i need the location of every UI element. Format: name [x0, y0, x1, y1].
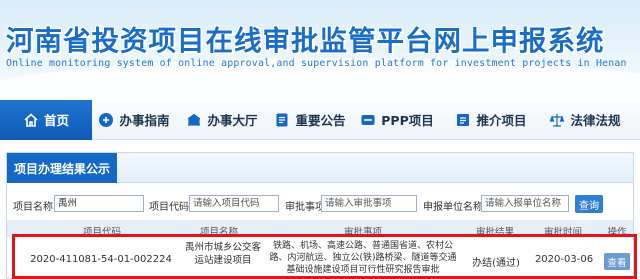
nav-item-label: 重要公告 — [295, 113, 346, 128]
main-nav: 首页 办事指南 办事大厅 重要公告 PPP项目 推介项目 法律法规 — [0, 99, 640, 140]
nav-item-law[interactable]: 法律法规 — [540, 100, 630, 140]
project-name-label: 项目名称: — [13, 202, 57, 213]
panel-header: 项目办理结果公示 — [7, 153, 633, 183]
nav-item-label: 法律法规 — [570, 113, 621, 128]
column-header: 审批结果 — [475, 227, 514, 238]
filter-row: 项目名称: 禹州 项目代码: 请输入项目代码 审批事项: 请输入审批事项 申报单… — [7, 193, 635, 215]
approval-item-input[interactable]: 请输入审批事项 — [321, 195, 417, 212]
project-name-input[interactable]: 禹州 — [54, 195, 144, 212]
promote-icon — [457, 113, 470, 126]
home-icon — [24, 112, 38, 127]
column-header: 项目名称 — [199, 227, 238, 238]
results-panel: 项目办理结果公示 项目名称: 禹州 项目代码: 请输入项目代码 审批事项: 请输… — [6, 152, 634, 279]
law-icon — [550, 113, 565, 127]
nav-item-label: 首页 — [43, 113, 69, 128]
nav-item-promote[interactable]: 推介项目 — [442, 100, 540, 140]
ppp-icon — [361, 114, 375, 125]
announcement-icon — [276, 113, 288, 126]
cell-approval-result: 办结(通过) — [472, 258, 520, 269]
nav-item-home[interactable]: 首页 — [0, 99, 92, 140]
column-header: 审批事项 — [343, 227, 382, 238]
search-button[interactable]: 查询 — [575, 195, 603, 213]
column-header: 审批时间 — [543, 227, 582, 238]
cell-approval-item: 铁路、机场、高速公路、普通国省道、农村公路、内河航运、独立公(铁)路桥梁、隧道等… — [269, 241, 457, 275]
nav-item-guide[interactable]: 办事指南 — [92, 100, 176, 140]
nav-item-hall[interactable]: 办事大厅 — [176, 100, 268, 140]
nav-item-ppp[interactable]: PPP项目 — [352, 100, 442, 140]
site-subtitle: Online monitoring system of online appro… — [6, 58, 627, 69]
nav-item-label: PPP项目 — [381, 113, 434, 128]
nav-item-announcement[interactable]: 重要公告 — [268, 100, 352, 140]
nav-item-label: 办事大厅 — [207, 113, 258, 128]
site-banner: 河南省投资项目在线审批监管平台网上申报系统 Online monitoring … — [0, 0, 640, 100]
applicant-label: 申报单位名称: — [423, 202, 487, 213]
nav-item-label: 办事指南 — [119, 113, 170, 128]
hall-icon — [188, 113, 201, 126]
cell-approval-date: 2020-03-06 — [534, 254, 594, 265]
project-code-input[interactable]: 请输入项目代码 — [189, 195, 279, 212]
cell-project-name: 禹州市城乡公交客运站建设项目 — [185, 242, 262, 266]
guide-icon — [99, 112, 114, 127]
table-header: 项目代码 项目名称 审批事项 审批结果 审批时间 操作 — [7, 220, 633, 238]
view-button[interactable]: 查看 — [604, 253, 630, 270]
table-row[interactable]: 2020-411081-54-01-002224 禹州市城乡公交客运站建设项目 … — [7, 238, 633, 279]
panel-title: 项目办理结果公示 — [7, 153, 117, 183]
cell-project-code: 2020-411081-54-01-002224 — [30, 254, 172, 265]
site-title: 河南省投资项目在线审批监管平台网上申报系统 — [6, 25, 605, 57]
nav-item-label: 推介项目 — [476, 113, 527, 128]
project-code-label: 项目代码: — [149, 202, 193, 213]
column-header: 项目代码 — [82, 227, 121, 238]
column-header: 操作 — [607, 227, 627, 238]
applicant-input[interactable]: 请输入报单位名称 — [481, 195, 569, 212]
